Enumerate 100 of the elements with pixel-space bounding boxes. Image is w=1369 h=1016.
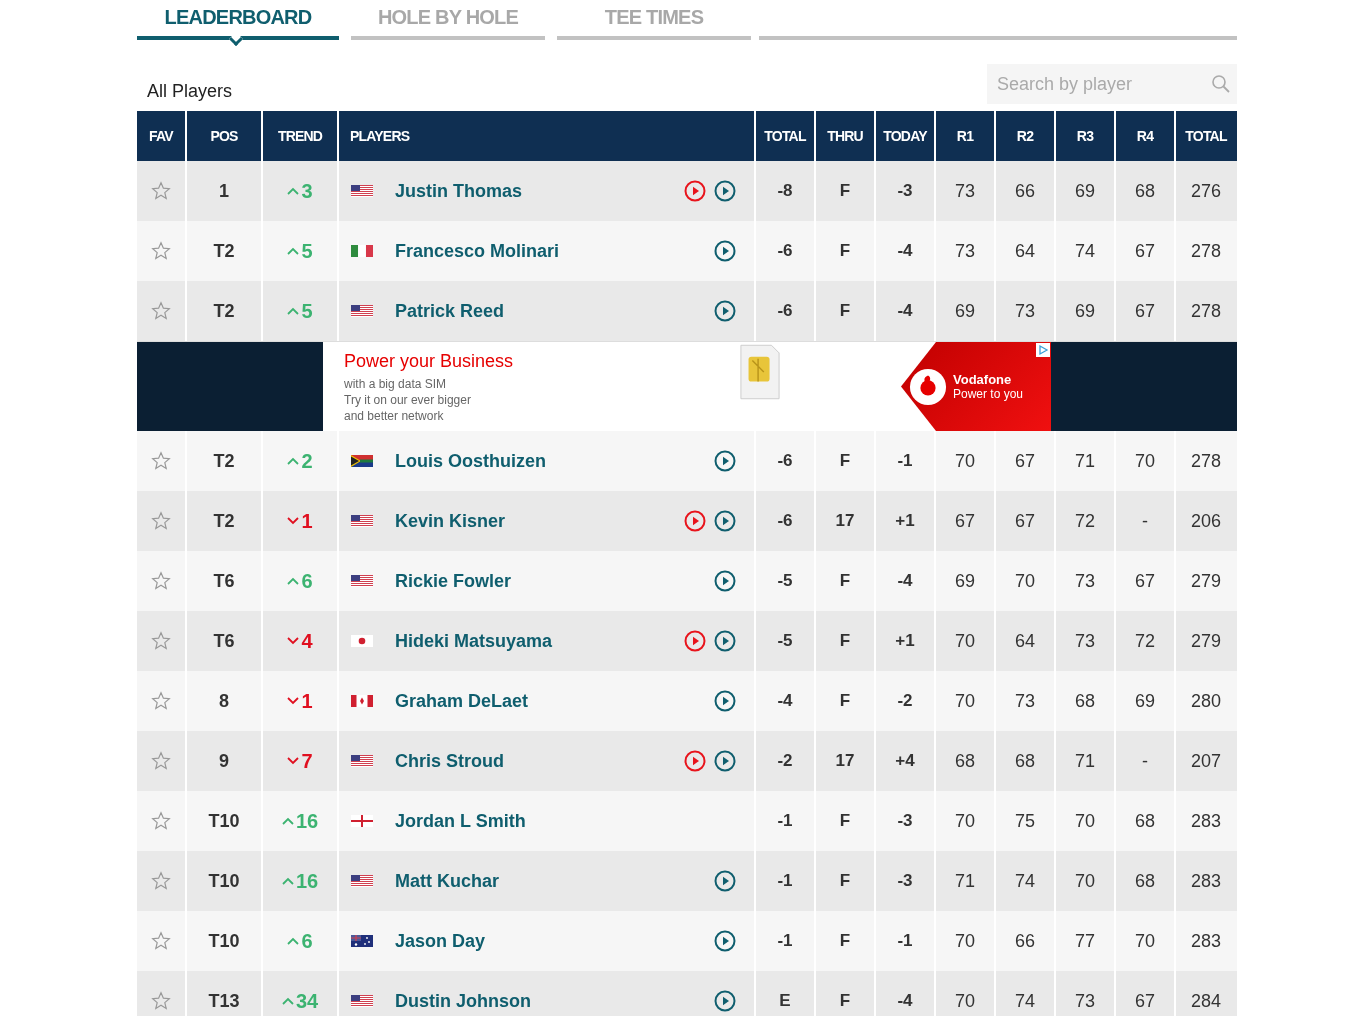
- play-icon[interactable]: [714, 570, 736, 592]
- total-score-cell: -1: [777, 811, 793, 831]
- round-score-cell: 68: [1075, 690, 1095, 712]
- favorite-star-icon[interactable]: [151, 241, 171, 261]
- player-name-link[interactable]: Jordan L Smith: [395, 810, 526, 832]
- column-header[interactable]: PLAYERS: [350, 128, 410, 144]
- player-name-link[interactable]: Jason Day: [395, 930, 486, 952]
- round-score-cell: 69: [1135, 690, 1155, 712]
- player-name-link[interactable]: Patrick Reed: [395, 300, 505, 322]
- ad-text: and better network: [344, 408, 445, 424]
- round-score-cell: 68: [1135, 180, 1155, 202]
- player-name-link[interactable]: Kevin Kisner: [395, 510, 506, 532]
- round-score-cell: 73: [1075, 630, 1095, 652]
- round-score-cell: 72: [1135, 630, 1155, 652]
- round-score-cell: 69: [955, 300, 975, 322]
- total-strokes-cell: 207: [1190, 750, 1221, 772]
- ad-choices-icon[interactable]: [1036, 343, 1050, 357]
- favorite-star-icon[interactable]: [151, 181, 171, 201]
- favorite-star-icon[interactable]: [151, 571, 171, 591]
- position-cell: T10: [208, 930, 240, 952]
- position-cell: T10: [208, 810, 240, 832]
- play-icon[interactable]: [714, 510, 736, 532]
- ad-headline: Power your Business: [344, 351, 515, 372]
- column-header[interactable]: TOTAL: [764, 128, 806, 144]
- play-icon[interactable]: [714, 300, 736, 322]
- column-header[interactable]: R1: [956, 128, 974, 144]
- total-strokes-cell: 276: [1190, 180, 1221, 202]
- favorite-star-icon[interactable]: [151, 931, 171, 951]
- favorite-star-icon[interactable]: [151, 751, 171, 771]
- round-score-cell: -: [1142, 510, 1148, 532]
- total-score-cell: -6: [777, 241, 793, 261]
- play-icon[interactable]: [714, 870, 736, 892]
- player-name-link[interactable]: Hideki Matsuyama: [395, 630, 553, 652]
- total-strokes-cell: 279: [1190, 630, 1221, 652]
- player-name-link[interactable]: Graham DeLaet: [395, 690, 529, 712]
- play-icon[interactable]: [714, 180, 736, 202]
- trend-value: 5: [301, 239, 313, 263]
- play-icon[interactable]: [714, 750, 736, 772]
- column-header[interactable]: FAV: [149, 128, 173, 144]
- trend-value: 6: [301, 569, 313, 593]
- favorite-star-icon[interactable]: [151, 691, 171, 711]
- play-icon[interactable]: [684, 630, 706, 652]
- column-header[interactable]: R2: [1016, 128, 1034, 144]
- round-score-cell: 73: [955, 240, 975, 262]
- column-header[interactable]: TREND: [277, 128, 323, 144]
- today-score-cell: -4: [897, 301, 913, 321]
- trend-value: 16: [295, 809, 319, 833]
- play-icon[interactable]: [714, 690, 736, 712]
- trend-value: 16: [295, 869, 319, 893]
- thru-cell: F: [839, 241, 851, 261]
- play-icon[interactable]: [714, 240, 736, 262]
- column-header[interactable]: THRU: [827, 128, 863, 144]
- round-score-cell: 73: [1075, 570, 1095, 592]
- round-score-cell: 75: [1015, 810, 1035, 832]
- advertisement[interactable]: Power your Business with a big data SIM Try it on our ever bigger and better network Vodafone Power to you: [323, 342, 1051, 431]
- position-cell: T2: [213, 240, 235, 262]
- player-name-link[interactable]: Dustin Johnson: [395, 990, 531, 1012]
- total-strokes-cell: 283: [1190, 810, 1221, 832]
- play-icon[interactable]: [714, 930, 736, 952]
- player-name-link[interactable]: Chris Stroud: [395, 750, 504, 772]
- column-header[interactable]: POS: [210, 128, 238, 144]
- play-icon[interactable]: [684, 510, 706, 532]
- player-name-link[interactable]: Justin Thomas: [395, 180, 523, 202]
- player-name-link[interactable]: Francesco Molinari: [395, 240, 560, 262]
- column-header[interactable]: TODAY: [883, 128, 927, 144]
- position-cell: T10: [208, 870, 240, 892]
- total-score-cell: -6: [777, 511, 793, 531]
- column-header[interactable]: R4: [1136, 128, 1154, 144]
- round-score-cell: 70: [1135, 450, 1155, 472]
- search-icon[interactable]: [1211, 74, 1231, 94]
- favorite-star-icon[interactable]: [151, 631, 171, 651]
- player-name-link[interactable]: Louis Oosthuizen: [395, 450, 546, 472]
- today-score-cell: +1: [895, 511, 915, 531]
- favorite-star-icon[interactable]: [151, 451, 171, 471]
- round-score-cell: 71: [955, 870, 975, 892]
- round-score-cell: 70: [1075, 810, 1095, 832]
- player-name-link[interactable]: Rickie Fowler: [395, 570, 512, 592]
- favorite-star-icon[interactable]: [151, 301, 171, 321]
- position-cell: 9: [219, 750, 229, 772]
- round-score-cell: 69: [1075, 180, 1095, 202]
- play-icon[interactable]: [714, 990, 736, 1012]
- round-score-cell: 73: [955, 180, 975, 202]
- round-score-cell: 67: [1135, 300, 1155, 322]
- favorite-star-icon[interactable]: [151, 811, 171, 831]
- player-name-link[interactable]: Matt Kuchar: [395, 870, 499, 892]
- round-score-cell: 64: [1015, 240, 1035, 262]
- search-field[interactable]: Search by player: [987, 64, 1237, 104]
- round-score-cell: 67: [1135, 990, 1155, 1012]
- position-cell: 1: [219, 180, 229, 202]
- total-strokes-cell: 279: [1190, 570, 1221, 592]
- column-header[interactable]: TOTAL: [1185, 128, 1227, 144]
- favorite-star-icon[interactable]: [151, 511, 171, 531]
- favorite-star-icon[interactable]: [151, 871, 171, 891]
- column-header[interactable]: R3: [1076, 128, 1094, 144]
- play-icon[interactable]: [714, 450, 736, 472]
- favorite-star-icon[interactable]: [151, 991, 171, 1011]
- play-icon[interactable]: [684, 180, 706, 202]
- round-score-cell: 74: [1075, 240, 1095, 262]
- play-icon[interactable]: [684, 750, 706, 772]
- play-icon[interactable]: [714, 630, 736, 652]
